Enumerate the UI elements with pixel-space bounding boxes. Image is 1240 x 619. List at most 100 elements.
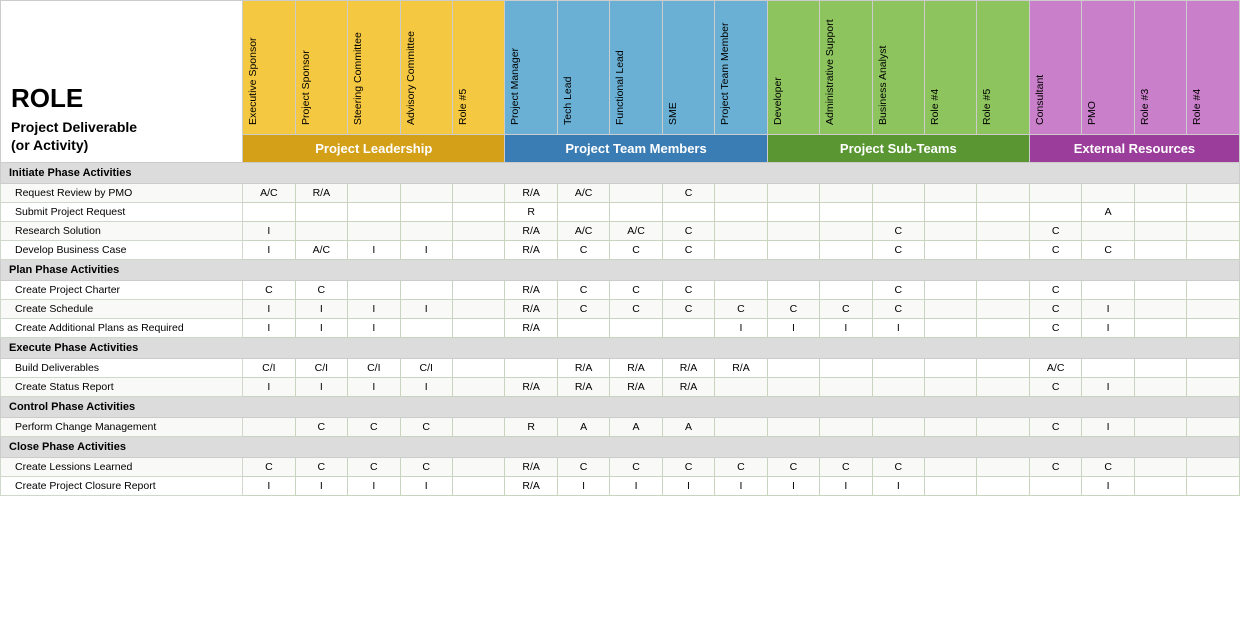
- col-header-consultant: Consultant: [1029, 1, 1081, 135]
- raci-cell: [820, 378, 872, 397]
- raci-cell: [400, 222, 452, 241]
- raci-cell: [925, 300, 977, 319]
- raci-cell: [872, 359, 924, 378]
- raci-cell: A/C: [557, 184, 609, 203]
- raci-cell: [925, 418, 977, 437]
- data-row: Develop Business CaseIA/CIIR/ACCCCCC: [1, 241, 1240, 260]
- phase-label: Execute Phase Activities: [1, 338, 1240, 359]
- raci-cell: [872, 184, 924, 203]
- raci-cell: [977, 184, 1029, 203]
- raci-cell: C: [557, 241, 609, 260]
- raci-cell: C: [557, 458, 609, 477]
- raci-cell: R/A: [610, 359, 662, 378]
- col-header-pmo: PMO: [1082, 1, 1134, 135]
- raci-cell: R/A: [505, 184, 557, 203]
- raci-cell: [977, 241, 1029, 260]
- raci-cell: [715, 281, 767, 300]
- raci-cell: C: [872, 222, 924, 241]
- table-body: Initiate Phase ActivitiesRequest Review …: [1, 163, 1240, 496]
- raci-cell: [820, 241, 872, 260]
- raci-cell: I: [715, 477, 767, 496]
- raci-cell: [977, 300, 1029, 319]
- raci-cell: [452, 281, 504, 300]
- raci-cell: C: [1029, 300, 1081, 319]
- data-row: Build DeliverablesC/IC/IC/IC/IR/AR/AR/AR…: [1, 359, 1240, 378]
- raci-cell: R/A: [505, 477, 557, 496]
- raci-cell: [977, 359, 1029, 378]
- raci-cell: [1134, 359, 1186, 378]
- raci-cell: [977, 222, 1029, 241]
- raci-cell: I: [348, 300, 400, 319]
- raci-cell: [452, 203, 504, 222]
- raci-cell: C: [872, 281, 924, 300]
- raci-cell: [452, 222, 504, 241]
- raci-cell: I: [767, 319, 819, 338]
- raci-cell: [1187, 319, 1240, 338]
- col-header-functional-lead: Functional Lead: [610, 1, 662, 135]
- data-row: Create ScheduleIIIIR/ACCCCCCCCI: [1, 300, 1240, 319]
- raci-cell: C: [662, 184, 714, 203]
- raci-cell: [662, 319, 714, 338]
- raci-cell: [1187, 378, 1240, 397]
- raci-cell: C/I: [348, 359, 400, 378]
- raci-cell: R/A: [557, 359, 609, 378]
- raci-cell: [1134, 241, 1186, 260]
- raci-cell: C: [872, 458, 924, 477]
- raci-cell: [452, 418, 504, 437]
- raci-cell: C: [610, 458, 662, 477]
- raci-cell: [820, 418, 872, 437]
- raci-cell: [767, 418, 819, 437]
- raci-cell: [925, 184, 977, 203]
- activity-label: Perform Change Management: [1, 418, 243, 437]
- raci-cell: [925, 477, 977, 496]
- raci-cell: [820, 281, 872, 300]
- raci-cell: [1134, 378, 1186, 397]
- raci-cell: [505, 359, 557, 378]
- raci-cell: C: [767, 458, 819, 477]
- phase-row: Close Phase Activities: [1, 437, 1240, 458]
- raci-cell: C: [295, 458, 347, 477]
- table-title-cell: ROLE Project Deliverable(or Activity): [1, 1, 243, 163]
- raci-cell: C: [348, 458, 400, 477]
- raci-cell: [557, 319, 609, 338]
- raci-cell: [1187, 184, 1240, 203]
- raci-cell: A: [1082, 203, 1134, 222]
- raci-cell: I: [348, 477, 400, 496]
- raci-cell: [452, 300, 504, 319]
- raci-cell: [925, 203, 977, 222]
- raci-cell: [977, 281, 1029, 300]
- phase-label: Plan Phase Activities: [1, 260, 1240, 281]
- raci-cell: [872, 203, 924, 222]
- raci-cell: C: [662, 300, 714, 319]
- raci-cell: C: [610, 281, 662, 300]
- raci-cell: R/A: [662, 378, 714, 397]
- raci-cell: [295, 222, 347, 241]
- header-row-1: ROLE Project Deliverable(or Activity) Ex…: [1, 1, 1240, 135]
- raci-cell: I: [295, 319, 347, 338]
- raci-cell: [452, 378, 504, 397]
- raci-cell: I: [348, 319, 400, 338]
- phase-label: Initiate Phase Activities: [1, 163, 1240, 184]
- raci-cell: [1134, 300, 1186, 319]
- raci-cell: I: [1082, 418, 1134, 437]
- raci-cell: [872, 378, 924, 397]
- raci-cell: [610, 184, 662, 203]
- raci-cell: I: [243, 477, 295, 496]
- raci-cell: [452, 184, 504, 203]
- col-header-project-sponsor: Project Sponsor: [295, 1, 347, 135]
- col-header-sme: SME: [662, 1, 714, 135]
- raci-cell: I: [610, 477, 662, 496]
- col-header-steering-committee: Steering Committee: [348, 1, 400, 135]
- activity-label: Create Status Report: [1, 378, 243, 397]
- raci-cell: C: [715, 458, 767, 477]
- raci-cell: R/A: [295, 184, 347, 203]
- raci-cell: [925, 222, 977, 241]
- raci-cell: [767, 241, 819, 260]
- raci-cell: [1134, 319, 1186, 338]
- raci-cell: I: [820, 319, 872, 338]
- raci-cell: R/A: [557, 378, 609, 397]
- raci-cell: [715, 378, 767, 397]
- raci-cell: [348, 222, 400, 241]
- phase-row: Control Phase Activities: [1, 397, 1240, 418]
- raci-cell: [820, 184, 872, 203]
